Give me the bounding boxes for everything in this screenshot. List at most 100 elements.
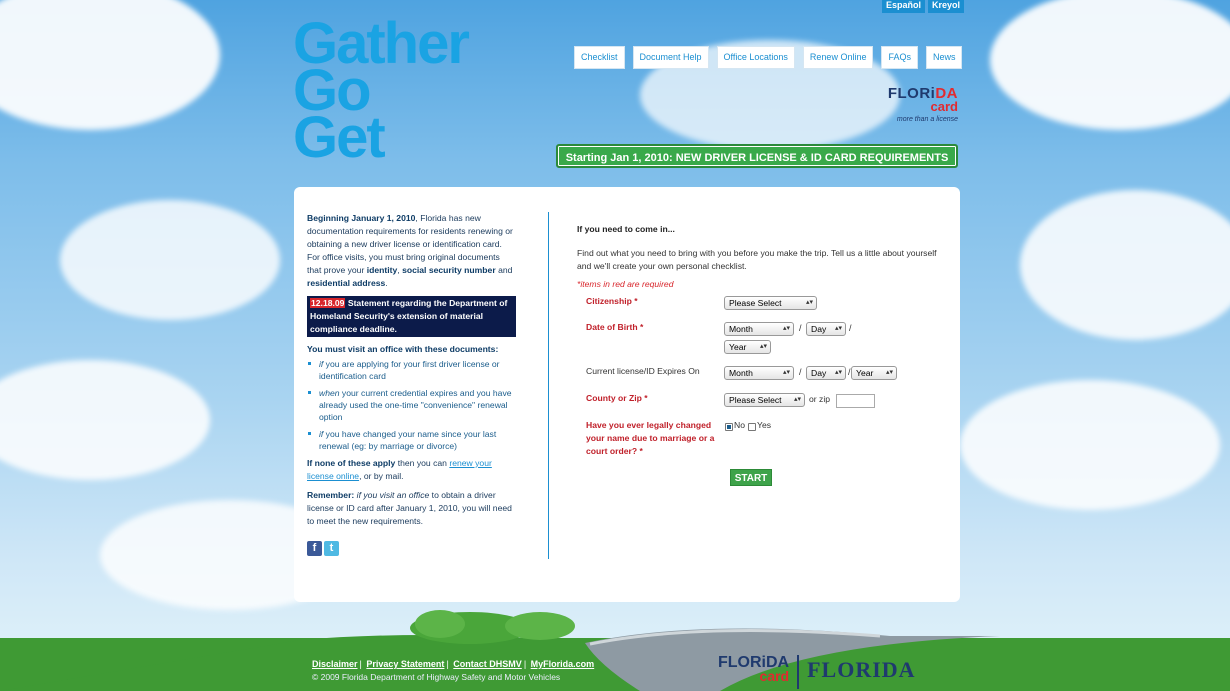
select-arrows-icon: ▴▾: [805, 299, 813, 306]
and-text: and: [495, 265, 513, 275]
top-nav: Checklist Document Help Office Locations…: [574, 46, 963, 69]
cloud: [990, 0, 1230, 130]
name-change-no-radio[interactable]: [725, 423, 733, 431]
item-text: your current credential expires and you …: [319, 388, 512, 422]
cloud: [960, 380, 1220, 510]
select-arrows-icon: ▴▾: [834, 325, 842, 332]
nav-faqs[interactable]: FAQs: [881, 46, 918, 69]
required-note: *items in red are required: [577, 279, 674, 289]
notice-date: 12.18.09: [310, 298, 346, 308]
dob-day-select[interactable]: Day ▴▾: [806, 322, 846, 336]
footer-contact-link[interactable]: Contact DHSMV: [453, 659, 522, 669]
florida-text: FLORi: [887, 85, 936, 102]
remember-paragraph: Remember: if you visit an office to obta…: [307, 489, 516, 528]
must-visit-heading: You must visit an office with these docu…: [307, 344, 499, 354]
citizenship-select[interactable]: Please Select ▴▾: [724, 296, 817, 310]
nav-office-locations[interactable]: Office Locations: [716, 46, 795, 69]
requirements-banner[interactable]: Starting Jan 1, 2010: NEW DRIVER LICENSE…: [556, 144, 958, 168]
select-arrows-icon: ▴▾: [834, 369, 842, 376]
no-label: No: [734, 420, 745, 430]
cloud: [0, 360, 210, 480]
intro-paragraph: Beginning January 1, 2010, Florida has n…: [307, 212, 516, 290]
left-column: Beginning January 1, 2010, Florida has n…: [307, 212, 516, 534]
select-arrows-icon: ▴▾: [793, 396, 801, 403]
checklist-form-intro: If you need to come in... Find out what …: [577, 223, 947, 291]
dob-month-select[interactable]: Month ▴▾: [724, 322, 794, 336]
nav-news[interactable]: News: [925, 46, 963, 69]
ssn-text: social security number: [402, 265, 496, 275]
remember-bold: Remember:: [307, 490, 355, 500]
list-item: if you are applying for your first drive…: [308, 358, 516, 382]
select-value: Year: [729, 342, 747, 352]
footer-links: Disclaimer | Privacy Statement | Contact D…: [312, 659, 595, 669]
main-panel: Beginning January 1, 2010, Florida has n…: [294, 187, 960, 602]
nav-renew-online[interactable]: Renew Online: [802, 46, 874, 69]
select-value: Please Select: [729, 395, 782, 405]
footer: Disclaimer | Privacy Statement | Contact D…: [312, 659, 594, 682]
cloud: [0, 0, 220, 130]
footer-privacy-link[interactable]: Privacy Statement: [366, 659, 444, 669]
florida-card-footer-logo: FLORiDA card: [718, 655, 789, 684]
card-text: card: [930, 99, 958, 114]
lang-kreyol-link[interactable]: Kreyol: [928, 0, 965, 13]
logo-line: Get: [293, 105, 386, 170]
select-value: Year: [856, 368, 874, 378]
county-label: County or Zip *: [586, 393, 648, 403]
language-links: Español Kreyol: [882, 0, 965, 13]
county-select[interactable]: Please Select ▴▾: [724, 393, 805, 407]
none-text: then you can: [395, 458, 450, 468]
yes-label: Yes: [757, 420, 772, 430]
form-heading: If you need to come in...: [577, 224, 675, 234]
select-arrows-icon: ▴▾: [759, 343, 767, 350]
select-value: Month: [729, 324, 753, 334]
none-apply-paragraph: If none of these apply then you can rene…: [307, 457, 516, 483]
expires-year-select[interactable]: Year ▴▾: [851, 366, 897, 380]
road-landscape: [0, 610, 1230, 691]
address-text: residential address: [307, 278, 386, 288]
dob-label: Date of Birth *: [586, 322, 644, 332]
list-item: when your current credential expires and…: [308, 387, 516, 423]
start-button[interactable]: START: [730, 469, 772, 486]
item-text: you have changed your name since your la…: [319, 429, 497, 451]
footer-logos: FLORiDA card FLORIDA: [718, 655, 916, 689]
list-item: if you have changed your name since your…: [308, 428, 516, 452]
intro-bold: Beginning January 1, 2010: [307, 213, 416, 223]
date-separator: /: [799, 367, 802, 377]
florida-card-tagline: more than a license: [896, 116, 958, 123]
florida-card-logo: FLORiDA card more than a license: [880, 86, 958, 123]
lang-espanol-link[interactable]: Español: [882, 0, 926, 13]
copyright: © 2009 Florida Department of Highway Saf…: [312, 672, 561, 682]
footer-myflorida-link[interactable]: MyFlorida.com: [531, 659, 595, 669]
footer-disclaimer-link[interactable]: Disclaimer: [312, 659, 358, 669]
zip-input[interactable]: [836, 394, 875, 408]
expires-month-select[interactable]: Month ▴▾: [724, 366, 794, 380]
nav-document-help[interactable]: Document Help: [632, 46, 709, 69]
cloud: [60, 200, 280, 320]
nav-checklist[interactable]: Checklist: [574, 46, 625, 69]
dhs-statement-notice[interactable]: 12.18.09 Statement regarding the Departm…: [307, 296, 516, 337]
item-emphasis: when: [319, 388, 340, 398]
select-arrows-icon: ▴▾: [885, 369, 893, 376]
select-value: Month: [729, 368, 753, 378]
select-arrows-icon: ▴▾: [782, 325, 790, 332]
facebook-icon[interactable]: f: [307, 541, 322, 556]
date-separator: /: [799, 323, 802, 333]
date-separator: /: [849, 323, 852, 333]
twitter-icon[interactable]: t: [324, 541, 339, 556]
none-end: , or by mail.: [359, 471, 404, 481]
identity-text: identity: [366, 265, 398, 275]
or-zip-label: or zip: [809, 394, 831, 404]
expires-label: Current license/ID Expires On: [586, 366, 700, 376]
select-arrows-icon: ▴▾: [782, 369, 790, 376]
column-divider: [548, 212, 549, 559]
logo-divider: [797, 655, 800, 689]
name-change-yes-radio[interactable]: [748, 423, 756, 431]
none-bold: If none of these apply: [307, 458, 396, 468]
expires-day-select[interactable]: Day ▴▾: [806, 366, 846, 380]
dob-year-select[interactable]: Year ▴▾: [724, 340, 771, 354]
gather-go-get-logo[interactable]: Gather Go Get: [293, 15, 470, 170]
form-intro: Find out what you need to bring with you…: [577, 248, 937, 271]
cloud: [1020, 190, 1230, 340]
citizenship-label: Citizenship *: [586, 296, 638, 306]
item-text: you are applying for your first driver l…: [319, 359, 500, 381]
